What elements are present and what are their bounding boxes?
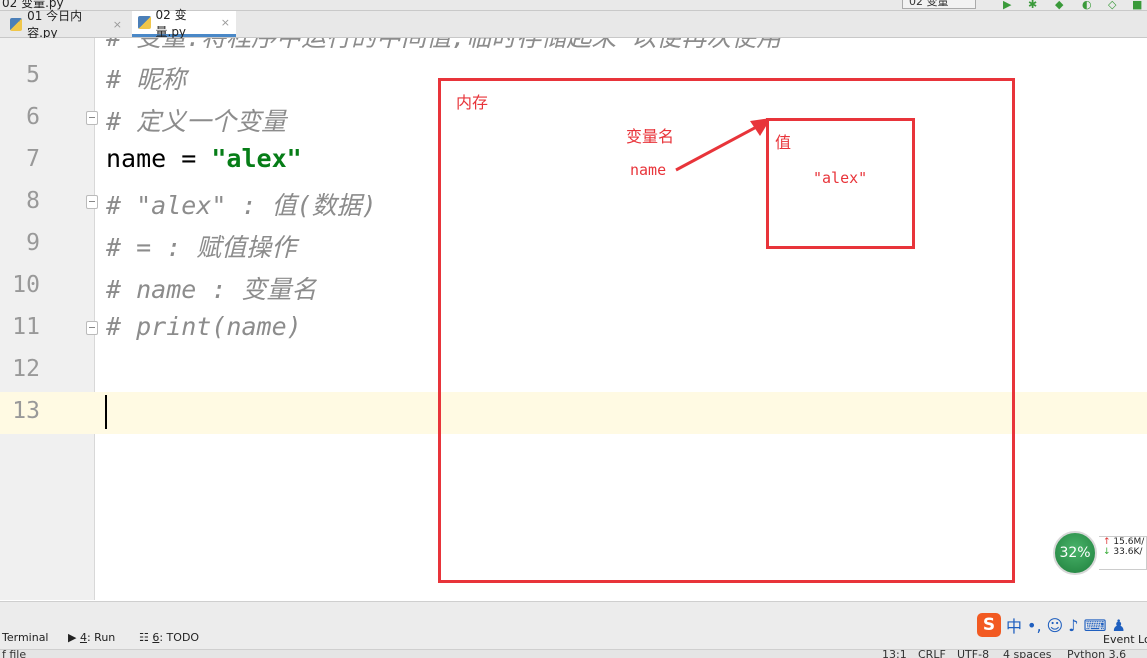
text-caret bbox=[105, 395, 107, 429]
concurrency-icon[interactable]: ◇ bbox=[1108, 0, 1120, 10]
coverage-icon[interactable]: ◆ bbox=[1055, 0, 1067, 10]
run-icon[interactable]: ▶ bbox=[1003, 0, 1015, 10]
profile-icon[interactable]: ◐ bbox=[1082, 0, 1094, 10]
tab-01[interactable]: 01 今日内容.py × bbox=[4, 9, 128, 40]
close-icon[interactable]: × bbox=[221, 16, 230, 29]
code-line: # name : 变量名 bbox=[106, 275, 317, 304]
tool-window-run[interactable]: ▶ 4: Run bbox=[68, 631, 115, 644]
todo-list-icon: ☷ bbox=[139, 631, 153, 644]
python-file-icon bbox=[10, 17, 23, 31]
stop-icon[interactable]: ■ bbox=[1132, 0, 1144, 10]
download-rate: 33.6K/ bbox=[1113, 547, 1143, 557]
code-line: # print(name) bbox=[106, 312, 302, 341]
upload-rate: 15.6M/ bbox=[1113, 537, 1145, 547]
partial-line-row: 4 # 变量:将程序中运行的中间值,临时存储起来 以便再次使用 bbox=[0, 38, 1147, 48]
line-number: 11 bbox=[12, 314, 40, 340]
punctuation-icon[interactable]: •, bbox=[1027, 616, 1042, 635]
run-config-select[interactable]: 02 变量 bbox=[902, 0, 976, 9]
sogou-logo-icon: S bbox=[977, 613, 1001, 637]
tab-02[interactable]: 02 变量.py × bbox=[132, 8, 236, 39]
tab-label: 02 变量.py bbox=[155, 7, 187, 39]
string-literal: "alex" bbox=[211, 144, 302, 173]
line-number: 9 bbox=[26, 230, 40, 256]
line-number: 13 bbox=[12, 398, 40, 424]
fold-marker[interactable] bbox=[86, 111, 98, 125]
editor-tabs: 01 今日内容.py × 02 变量.py × bbox=[0, 8, 1147, 40]
ime-toolbar[interactable]: S 中 •, ☺ ♪ ⌨ ♟ bbox=[977, 612, 1147, 638]
skin-icon[interactable]: ♟ bbox=[1112, 616, 1126, 635]
emoji-icon[interactable]: ☺ bbox=[1047, 616, 1064, 635]
tool-window-todo[interactable]: ☷ 6: TODO bbox=[139, 631, 199, 644]
line-number: 4 bbox=[0, 38, 40, 44]
network-rates: ↑ 15.6M/ ↓ 33.6K/ bbox=[1099, 536, 1147, 570]
tool-window-terminal[interactable]: Terminal bbox=[2, 631, 49, 644]
run-icon: ▶ bbox=[68, 631, 80, 644]
name-label: name bbox=[630, 161, 667, 179]
close-icon[interactable]: × bbox=[113, 18, 122, 31]
code-line: # = : 赋值操作 bbox=[106, 233, 297, 262]
keyboard-icon[interactable]: ⌨ bbox=[1083, 616, 1106, 635]
microphone-icon[interactable]: ♪ bbox=[1068, 616, 1078, 635]
line-number: 8 bbox=[26, 188, 40, 214]
upload-arrow-icon: ↑ bbox=[1103, 537, 1111, 547]
code-line: # 变量:将程序中运行的中间值,临时存储起来 以便再次使用 bbox=[106, 38, 781, 48]
fold-marker[interactable] bbox=[86, 321, 98, 335]
tool-window-bar: Terminal ▶ 4: Run ☷ 6: TODO Event Log bbox=[0, 601, 1147, 650]
debug-icon[interactable]: ✱ bbox=[1028, 0, 1040, 10]
code-line: # 定义一个变量 bbox=[106, 107, 287, 136]
network-monitor-widget[interactable]: 32% ↑ 15.6M/ ↓ 33.6K/ bbox=[1053, 531, 1147, 575]
download-arrow-icon: ↓ bbox=[1103, 547, 1111, 557]
line-number: 10 bbox=[12, 272, 40, 298]
code-line: name = "alex" bbox=[106, 144, 302, 173]
memory-label: 内存 bbox=[456, 93, 489, 112]
reference-arrow bbox=[675, 118, 771, 172]
line-number: 7 bbox=[26, 146, 40, 172]
python-file-icon bbox=[138, 16, 151, 29]
operator: = bbox=[166, 144, 212, 173]
code-line: # 昵称 bbox=[106, 65, 187, 94]
fold-marker[interactable] bbox=[86, 195, 98, 209]
code-line: # "alex" : 值(数据) bbox=[106, 191, 377, 220]
line-number: 6 bbox=[26, 104, 40, 130]
network-percent: 32% bbox=[1053, 531, 1097, 575]
line-number: 12 bbox=[12, 356, 40, 382]
value-text: "alex" bbox=[813, 169, 868, 187]
varname-label: 变量名 bbox=[626, 127, 675, 146]
ime-mode[interactable]: 中 bbox=[1006, 613, 1022, 637]
identifier: name bbox=[106, 144, 167, 173]
line-number: 5 bbox=[26, 62, 40, 88]
tab-label: 01 今日内容.py bbox=[27, 9, 83, 40]
